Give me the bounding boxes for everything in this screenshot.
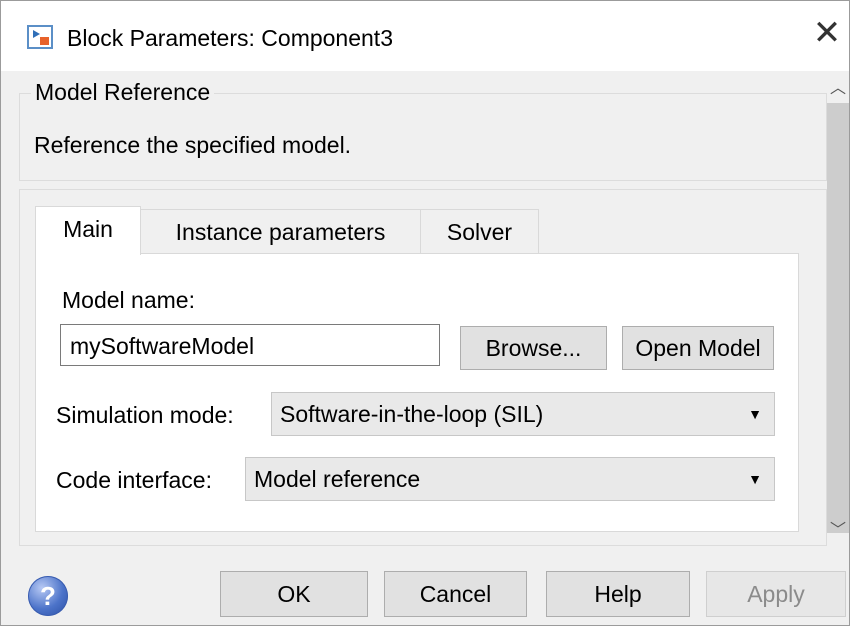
scroll-down-icon[interactable]: ﹀ — [827, 517, 849, 545]
tab-main[interactable]: Main — [35, 206, 141, 255]
chevron-down-icon: ▼ — [748, 471, 762, 487]
simulation-mode-label: Simulation mode: — [56, 402, 234, 428]
help-icon[interactable]: ? — [28, 576, 68, 616]
cancel-button[interactable]: Cancel — [384, 571, 527, 617]
apply-button[interactable]: Apply — [706, 571, 846, 617]
scroll-up-icon[interactable]: ︿ — [827, 75, 849, 103]
close-icon[interactable]: ✕ — [807, 13, 847, 53]
window-title: Block Parameters: Component3 — [67, 25, 393, 51]
model-name-input[interactable]: mySoftwareModel — [60, 324, 440, 366]
chevron-down-icon: ▼ — [748, 406, 762, 422]
code-interface-label: Code interface: — [56, 467, 212, 493]
simulation-mode-select[interactable]: Software-in-the-loop (SIL) ▼ — [271, 392, 775, 436]
simulation-mode-value: Software-in-the-loop (SIL) — [280, 401, 544, 427]
dialog-window: Block Parameters: Component3 ✕ ︿ ﹀ Model… — [0, 0, 850, 626]
section-label: Model Reference — [31, 79, 215, 106]
code-interface-value: Model reference — [254, 466, 421, 492]
title-bar[interactable]: Block Parameters: Component3 ✕ — [1, 1, 849, 71]
model-name-label: Model name: — [62, 287, 195, 313]
ok-button[interactable]: OK — [220, 571, 368, 617]
browse-button[interactable]: Browse... — [460, 326, 607, 370]
simulink-block-icon — [27, 25, 53, 49]
description-text: Reference the specified model. — [34, 132, 352, 158]
tab-solver[interactable]: Solver — [420, 209, 539, 254]
open-model-button[interactable]: Open Model — [622, 326, 774, 370]
code-interface-select[interactable]: Model reference ▼ — [245, 457, 775, 501]
tab-instance-parameters[interactable]: Instance parameters — [140, 209, 421, 254]
help-button[interactable]: Help — [546, 571, 690, 617]
scrollbar-thumb[interactable] — [827, 103, 849, 533]
